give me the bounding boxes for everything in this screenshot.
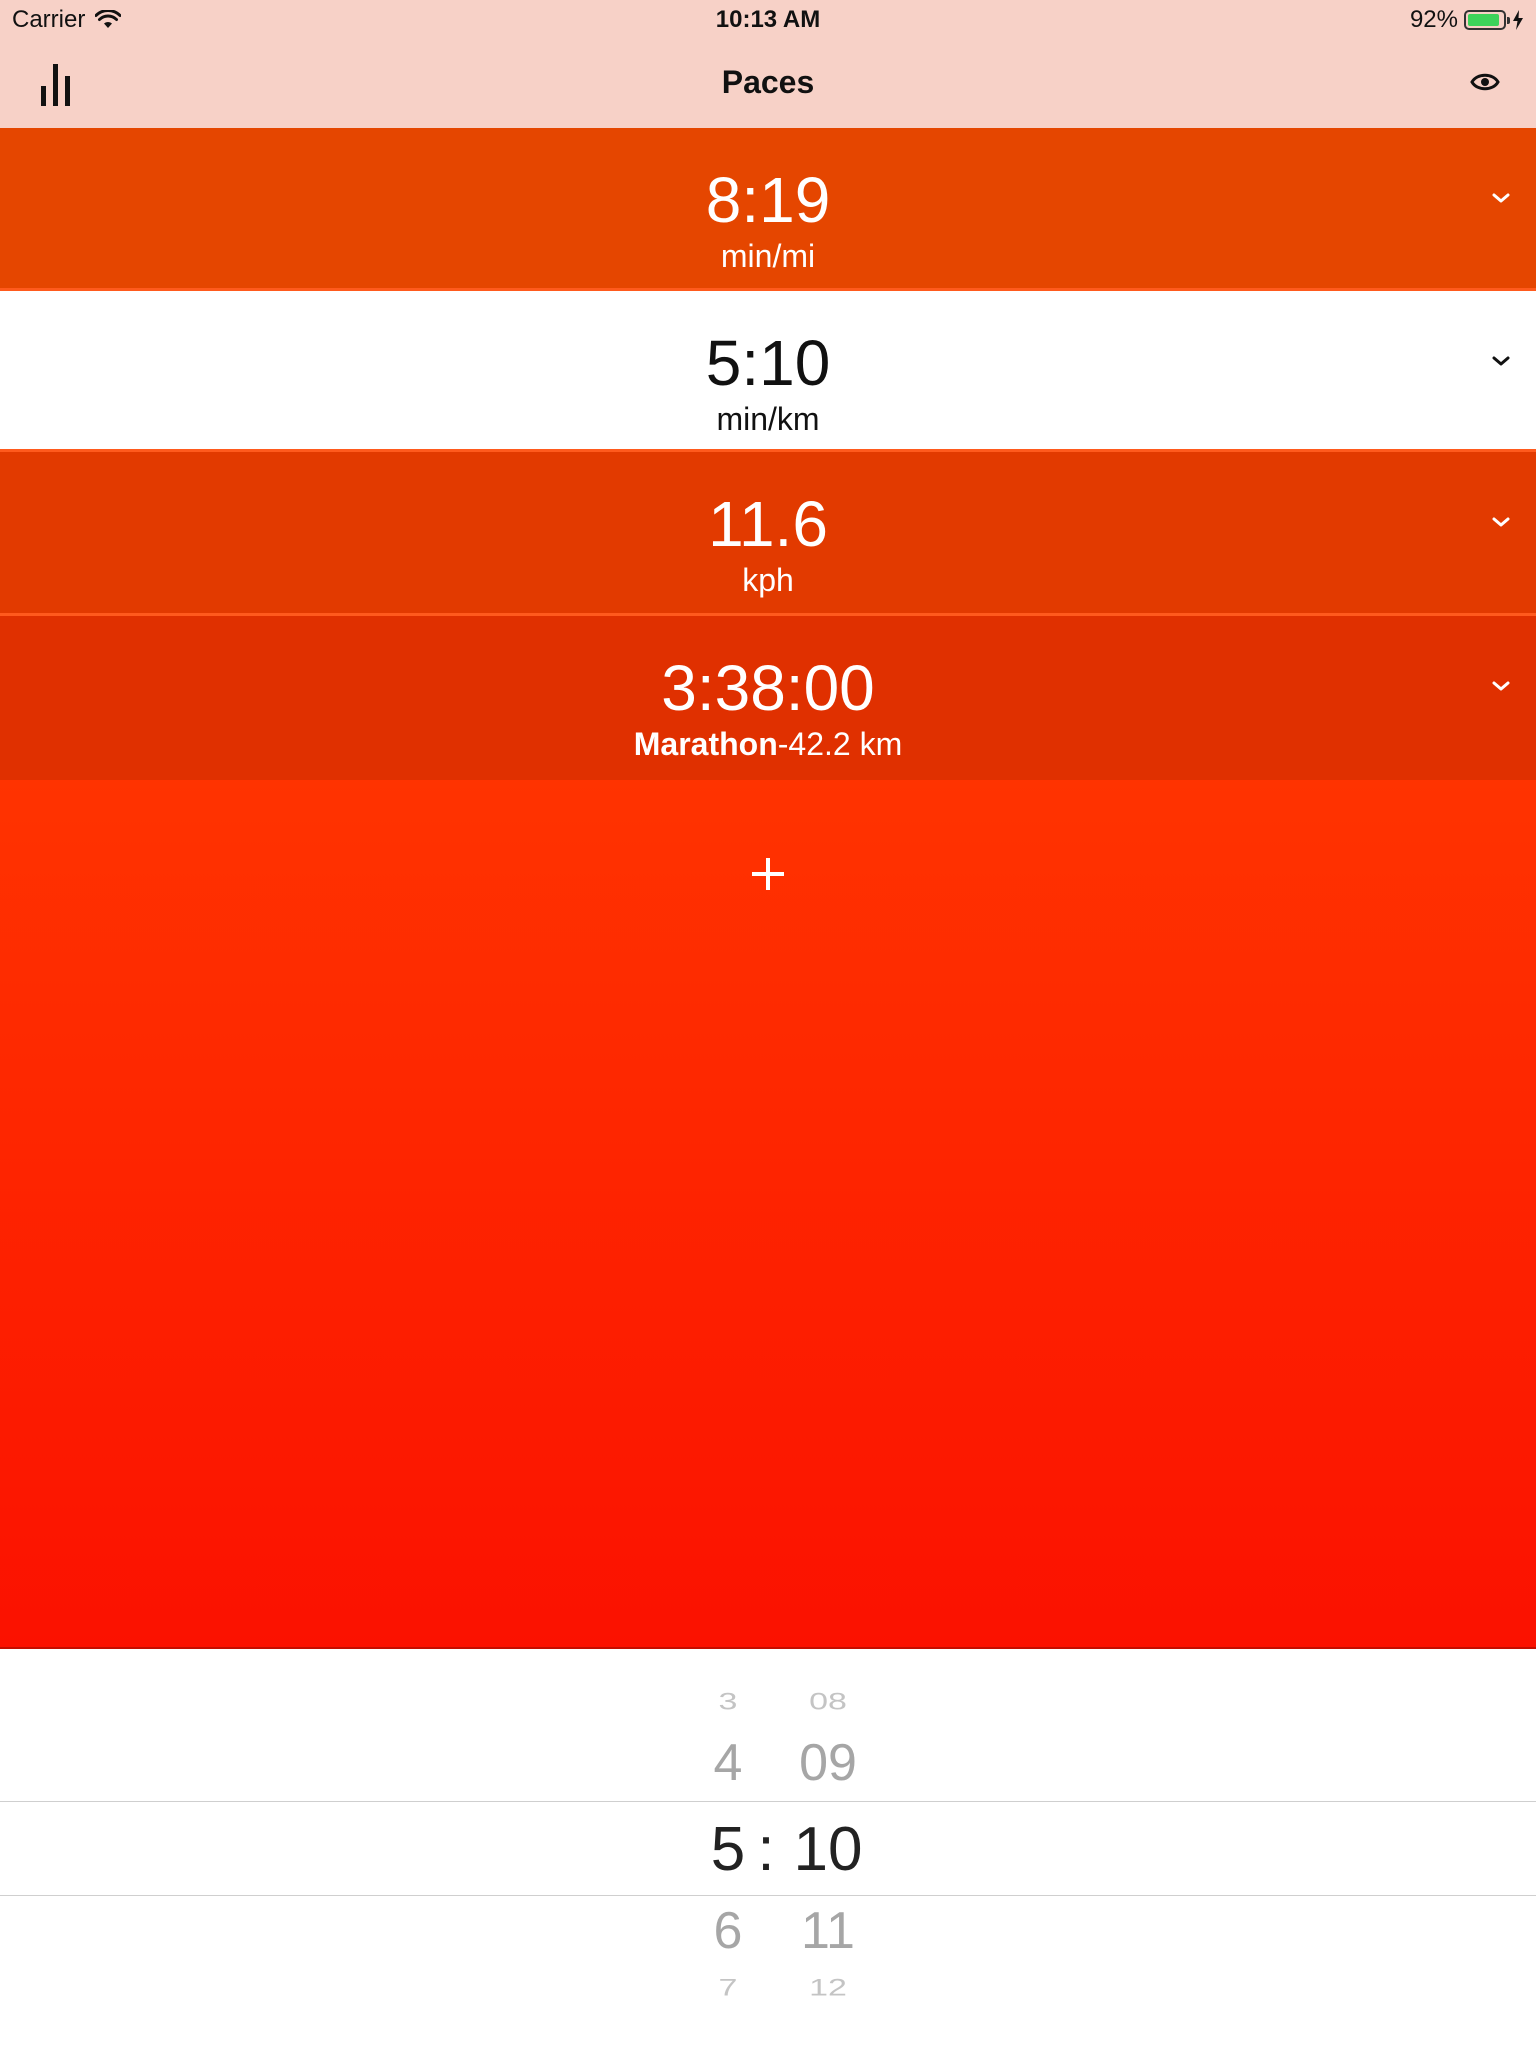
eye-icon[interactable] bbox=[1470, 70, 1500, 94]
picker-selection-top-line bbox=[0, 1801, 1536, 1802]
picker-separator: : bbox=[757, 1815, 775, 1884]
picker-hour-selected[interactable]: 5 bbox=[700, 1819, 756, 1881]
speed-value: 11.6 bbox=[708, 488, 828, 560]
race-name: Marathon bbox=[633, 726, 778, 762]
picker-minute-selected[interactable]: 10 bbox=[780, 1819, 876, 1881]
battery-fill bbox=[1468, 14, 1500, 26]
charging-bolt-icon bbox=[1513, 10, 1523, 30]
finish-time-value: 3:38:00 bbox=[661, 652, 875, 724]
app-screen: Carrier 10:13 AM 92% Paces 8:19 min/mi 5… bbox=[0, 0, 1536, 2048]
picker-minute-option[interactable]: 12 bbox=[780, 1976, 876, 2000]
status-bar: Carrier 10:13 AM 92% bbox=[0, 0, 1536, 40]
pace-row-min-per-mile[interactable]: 8:19 min/mi bbox=[0, 128, 1536, 291]
pace-row-marathon[interactable]: 3:38:00 Marathon-42.2 km bbox=[0, 616, 1536, 780]
battery-icon bbox=[1464, 10, 1510, 30]
pace-unit: min/mi bbox=[720, 238, 816, 274]
picker-minute-option[interactable]: 08 bbox=[780, 1690, 876, 1714]
picker-minute-option[interactable]: 09 bbox=[780, 1737, 876, 1789]
race-distance-label: Marathon-42.2 km bbox=[0, 728, 1536, 760]
picker-hour-option[interactable]: 4 bbox=[700, 1737, 756, 1789]
battery-indicator: 92% bbox=[1410, 6, 1524, 34]
pace-picker[interactable]: 3 4 5 6 7 : 08 09 10 11 12 bbox=[0, 1649, 1536, 2048]
battery-percentage: 92% bbox=[1409, 6, 1458, 33]
pace-row-min-per-km[interactable]: 5:10 min/km bbox=[0, 291, 1536, 452]
chevron-down-icon[interactable] bbox=[1486, 351, 1516, 371]
page-title: Paces bbox=[721, 64, 815, 100]
speed-unit: kph bbox=[742, 562, 794, 598]
pace-value: 5:10 bbox=[705, 327, 831, 399]
clock: 10:13 AM bbox=[715, 6, 821, 33]
picker-hour-option[interactable]: 6 bbox=[700, 1905, 756, 1957]
pace-value: 8:19 bbox=[705, 164, 831, 236]
pace-unit: min/km bbox=[716, 401, 820, 437]
picker-minute-option[interactable]: 11 bbox=[780, 1905, 876, 1957]
picker-hour-option[interactable]: 7 bbox=[700, 1976, 756, 2000]
chevron-down-icon[interactable] bbox=[1486, 676, 1516, 696]
plus-icon[interactable] bbox=[738, 844, 798, 904]
pace-row-kph[interactable]: 11.6 kph bbox=[0, 452, 1536, 616]
race-distance: -42.2 km bbox=[777, 726, 903, 762]
picker-selection-bottom-line bbox=[0, 1895, 1536, 1896]
chevron-down-icon[interactable] bbox=[1486, 512, 1516, 532]
header: Carrier 10:13 AM 92% Paces bbox=[0, 0, 1536, 129]
picker-hour-option[interactable]: 3 bbox=[700, 1690, 756, 1714]
empty-list-area bbox=[0, 780, 1536, 1649]
chevron-down-icon[interactable] bbox=[1486, 188, 1516, 208]
